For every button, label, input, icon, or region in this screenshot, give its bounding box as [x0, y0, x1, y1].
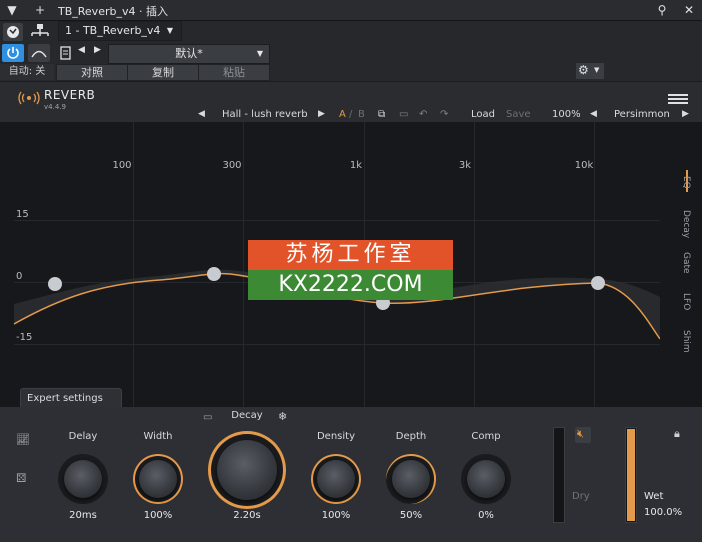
compare-button[interactable]: 对照: [56, 64, 128, 81]
depth-value: 50%: [399, 510, 423, 521]
gear-icon: ⚙: [578, 63, 589, 77]
window-title: TB_Reverb_v4 · 插入: [58, 5, 168, 18]
ab-slash: /: [349, 109, 353, 120]
preset-name[interactable]: Hall - lush reverb: [222, 109, 308, 120]
width-label: Width: [143, 431, 173, 442]
hamburger-menu-icon[interactable]: [668, 90, 688, 104]
chevron-down-icon: ▼: [166, 26, 173, 35]
zoom-value[interactable]: 100%: [552, 109, 581, 120]
ab-a-button[interactable]: A: [339, 109, 346, 120]
lock-icon[interactable]: 🔒︎: [674, 427, 680, 441]
pin-icon[interactable]: ⚲: [654, 2, 670, 18]
expert-settings-tab[interactable]: Expert settings: [20, 388, 122, 407]
chevron-down-icon: ▼: [594, 66, 600, 74]
density-knob-cap: [317, 460, 355, 498]
comp-label: Comp: [471, 431, 501, 442]
preset-file-button[interactable]: [58, 45, 74, 61]
next-skin-icon[interactable]: ▶: [682, 109, 689, 119]
decay-label: Decay: [231, 410, 263, 421]
eq-node-low-shelf[interactable]: [48, 277, 62, 291]
save-button[interactable]: Save: [506, 109, 531, 120]
copy-button[interactable]: 复制: [127, 64, 199, 81]
brand-name: REVERB: [44, 88, 96, 102]
delay-value: 20ms: [69, 510, 97, 521]
width-knob[interactable]: [133, 454, 183, 504]
dry-meter[interactable]: [553, 427, 565, 523]
wet-value: 100.0%: [644, 507, 683, 518]
wet-meter[interactable]: [625, 427, 637, 523]
width-value: 100%: [143, 510, 173, 521]
prev-preset-icon[interactable]: ◀: [78, 45, 85, 55]
routing-button[interactable]: [28, 23, 52, 41]
next-preset-icon[interactable]: ▶: [94, 45, 101, 55]
decay-value: 2.20s: [233, 510, 261, 521]
delay-knob-cap: [64, 460, 102, 498]
mute-dry-button[interactable]: 🔇︎: [575, 427, 591, 443]
depth-knob-cap: [392, 460, 430, 498]
tab-shim[interactable]: Shim: [661, 328, 691, 354]
power-button[interactable]: [2, 44, 24, 62]
next-preset-icon[interactable]: ▶: [318, 109, 325, 119]
tab-gate[interactable]: Gate: [661, 250, 691, 276]
wet-label: Wet: [644, 491, 664, 502]
instance-select[interactable]: 1 - TB_Reverb_v4 ▼: [58, 21, 182, 41]
undo-icon[interactable]: ↶: [419, 109, 427, 120]
add-icon[interactable]: +: [32, 2, 48, 18]
copy-icon[interactable]: ⧉: [378, 109, 385, 120]
analyzer-icon[interactable]: 📈︎: [16, 433, 30, 446]
version-label: v4.4.9: [44, 103, 66, 111]
dry-label: Dry: [572, 491, 590, 502]
depth-label: Depth: [395, 431, 427, 442]
decay-knob[interactable]: [208, 431, 286, 509]
plugin-header: REVERB v4.4.9 ◀ Hall - lush reverb ▶ A /…: [0, 82, 702, 122]
speaker-muted-icon: 🔇︎: [577, 427, 584, 440]
menu-dropdown-icon[interactable]: ▼: [4, 2, 20, 18]
decay-knob-cap: [217, 440, 277, 500]
comp-knob-cap: [467, 460, 505, 498]
close-icon[interactable]: ✕: [681, 2, 697, 18]
preset-select[interactable]: 默认* ▼: [108, 44, 270, 64]
chevron-down-icon: ▼: [256, 49, 263, 58]
host-title-bar: ▼ + TB_Reverb_v4 · 插入 ⚲ ✕: [0, 0, 702, 21]
tab-eq[interactable]: EQ: [661, 172, 691, 192]
prev-skin-icon[interactable]: ◀: [590, 109, 597, 119]
watermark-line2: KX2222.COM: [248, 270, 453, 300]
routing-icon: [31, 24, 49, 36]
density-knob[interactable]: [311, 454, 361, 504]
wet-meter-fill: [627, 429, 635, 521]
eq-node-peak-1[interactable]: [207, 267, 221, 281]
ab-b-button[interactable]: B: [358, 109, 365, 120]
auto-status: 自动: 关: [0, 64, 54, 80]
dice-icon[interactable]: ⚄: [16, 471, 26, 485]
delay-label: Delay: [68, 431, 98, 442]
plugin-icon: [7, 26, 19, 38]
automation-icon: [31, 50, 47, 58]
density-value: 100%: [321, 510, 351, 521]
tab-decay[interactable]: Decay: [661, 208, 691, 240]
comp-value: 0%: [478, 510, 494, 521]
width-knob-cap: [139, 460, 177, 498]
paste-button[interactable]: 粘贴: [198, 64, 270, 81]
freeze-icon[interactable]: ❄: [278, 410, 287, 423]
controls-panel: 📈︎ ⚄ Delay 20ms Width 100% ▭ Decay ❄ 2.2…: [0, 407, 702, 542]
settings-button[interactable]: ⚙ ▼: [576, 63, 604, 79]
comp-knob[interactable]: [461, 454, 511, 504]
skin-name[interactable]: Persimmon: [614, 109, 670, 120]
load-button[interactable]: Load: [471, 109, 495, 120]
prev-preset-icon[interactable]: ◀: [198, 109, 205, 119]
reverb-logo-icon: [18, 90, 40, 109]
automation-button[interactable]: [28, 44, 50, 62]
eq-node-high-shelf[interactable]: [591, 276, 605, 290]
plugin-menu-button[interactable]: [3, 23, 23, 41]
paste-icon[interactable]: ▭: [399, 109, 408, 120]
host-toolbar: 1 - TB_Reverb_v4 ▼ ◀ ▶ 默认* ▼ 自动: 关 对照 复制…: [0, 21, 702, 81]
density-label: Density: [316, 431, 356, 442]
redo-icon[interactable]: ↷: [440, 109, 448, 120]
power-icon: [7, 47, 19, 59]
depth-knob[interactable]: [386, 454, 436, 504]
tab-lfo[interactable]: LFO: [661, 290, 691, 314]
file-icon: [60, 46, 71, 60]
watermark-line1: 苏杨工作室: [248, 240, 453, 270]
delay-knob[interactable]: [58, 454, 108, 504]
